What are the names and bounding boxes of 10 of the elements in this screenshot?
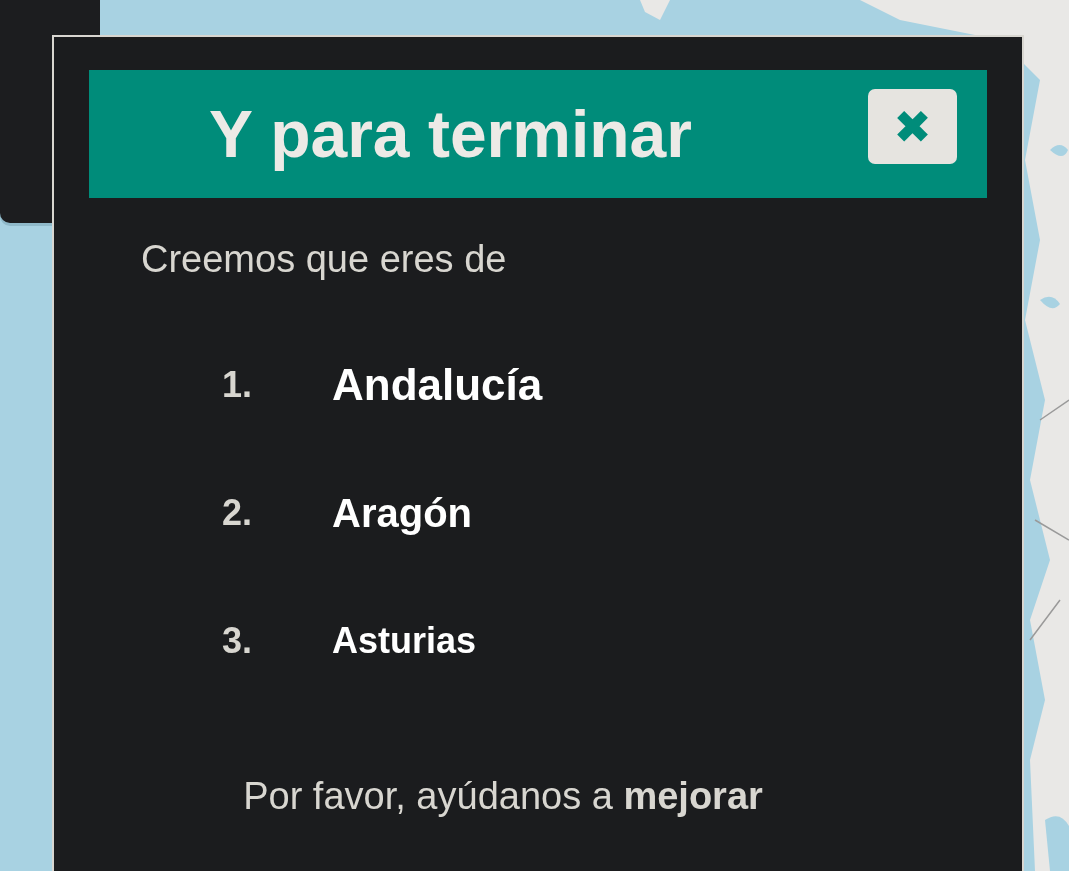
dialog-title: Y para terminar: [209, 96, 692, 172]
close-button[interactable]: ✖: [868, 89, 957, 164]
region-name: Asturias: [332, 620, 477, 662]
intro-text: Creemos que eres de: [141, 238, 508, 281]
list-number: 2.: [222, 492, 254, 534]
region-name: Andalucía: [332, 360, 543, 410]
region-name: Aragón: [332, 490, 472, 536]
request-text: Por favor, ayúdanos a mejorar: [242, 775, 764, 818]
list-number: 1.: [222, 364, 254, 406]
list-number: 3.: [222, 620, 254, 662]
